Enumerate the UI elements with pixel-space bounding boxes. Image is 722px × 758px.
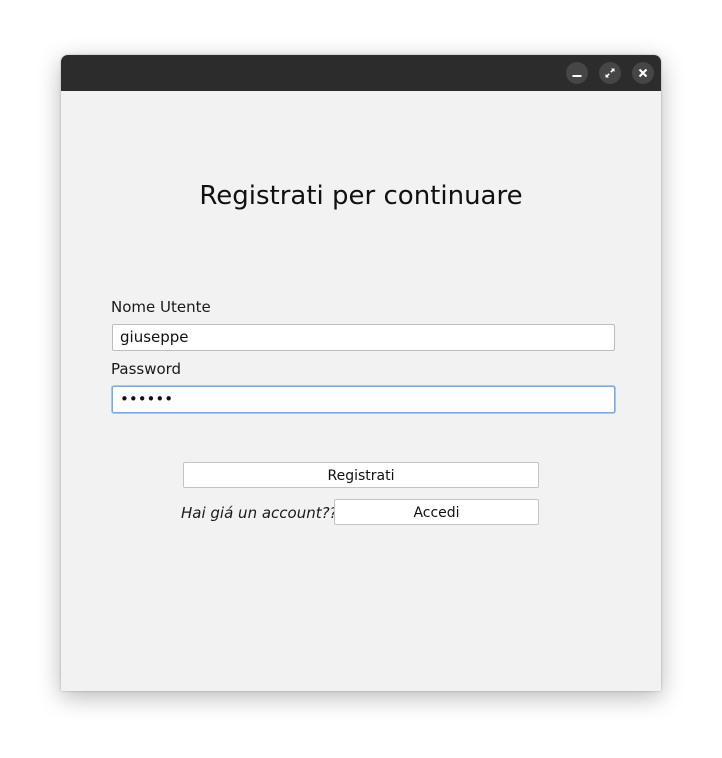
password-label: Password — [111, 360, 182, 378]
password-input[interactable]: •••••• — [112, 386, 615, 413]
window-titlebar[interactable] — [61, 55, 661, 91]
maximize-button[interactable] — [599, 62, 621, 84]
close-icon — [638, 68, 648, 78]
close-button[interactable] — [632, 62, 654, 84]
login-prompt: Hai giá un account?? — [181, 504, 338, 522]
username-input[interactable] — [112, 324, 615, 351]
minimize-icon — [572, 75, 582, 77]
maximize-icon — [605, 68, 615, 78]
register-button[interactable]: Registrati — [183, 462, 539, 488]
login-button[interactable]: Accedi — [334, 499, 539, 525]
username-label: Nome Utente — [111, 298, 211, 316]
minimize-button[interactable] — [566, 62, 588, 84]
register-window: Registrati per continuare Nome Utente Pa… — [61, 55, 661, 691]
page-title: Registrati per continuare — [199, 181, 523, 211]
